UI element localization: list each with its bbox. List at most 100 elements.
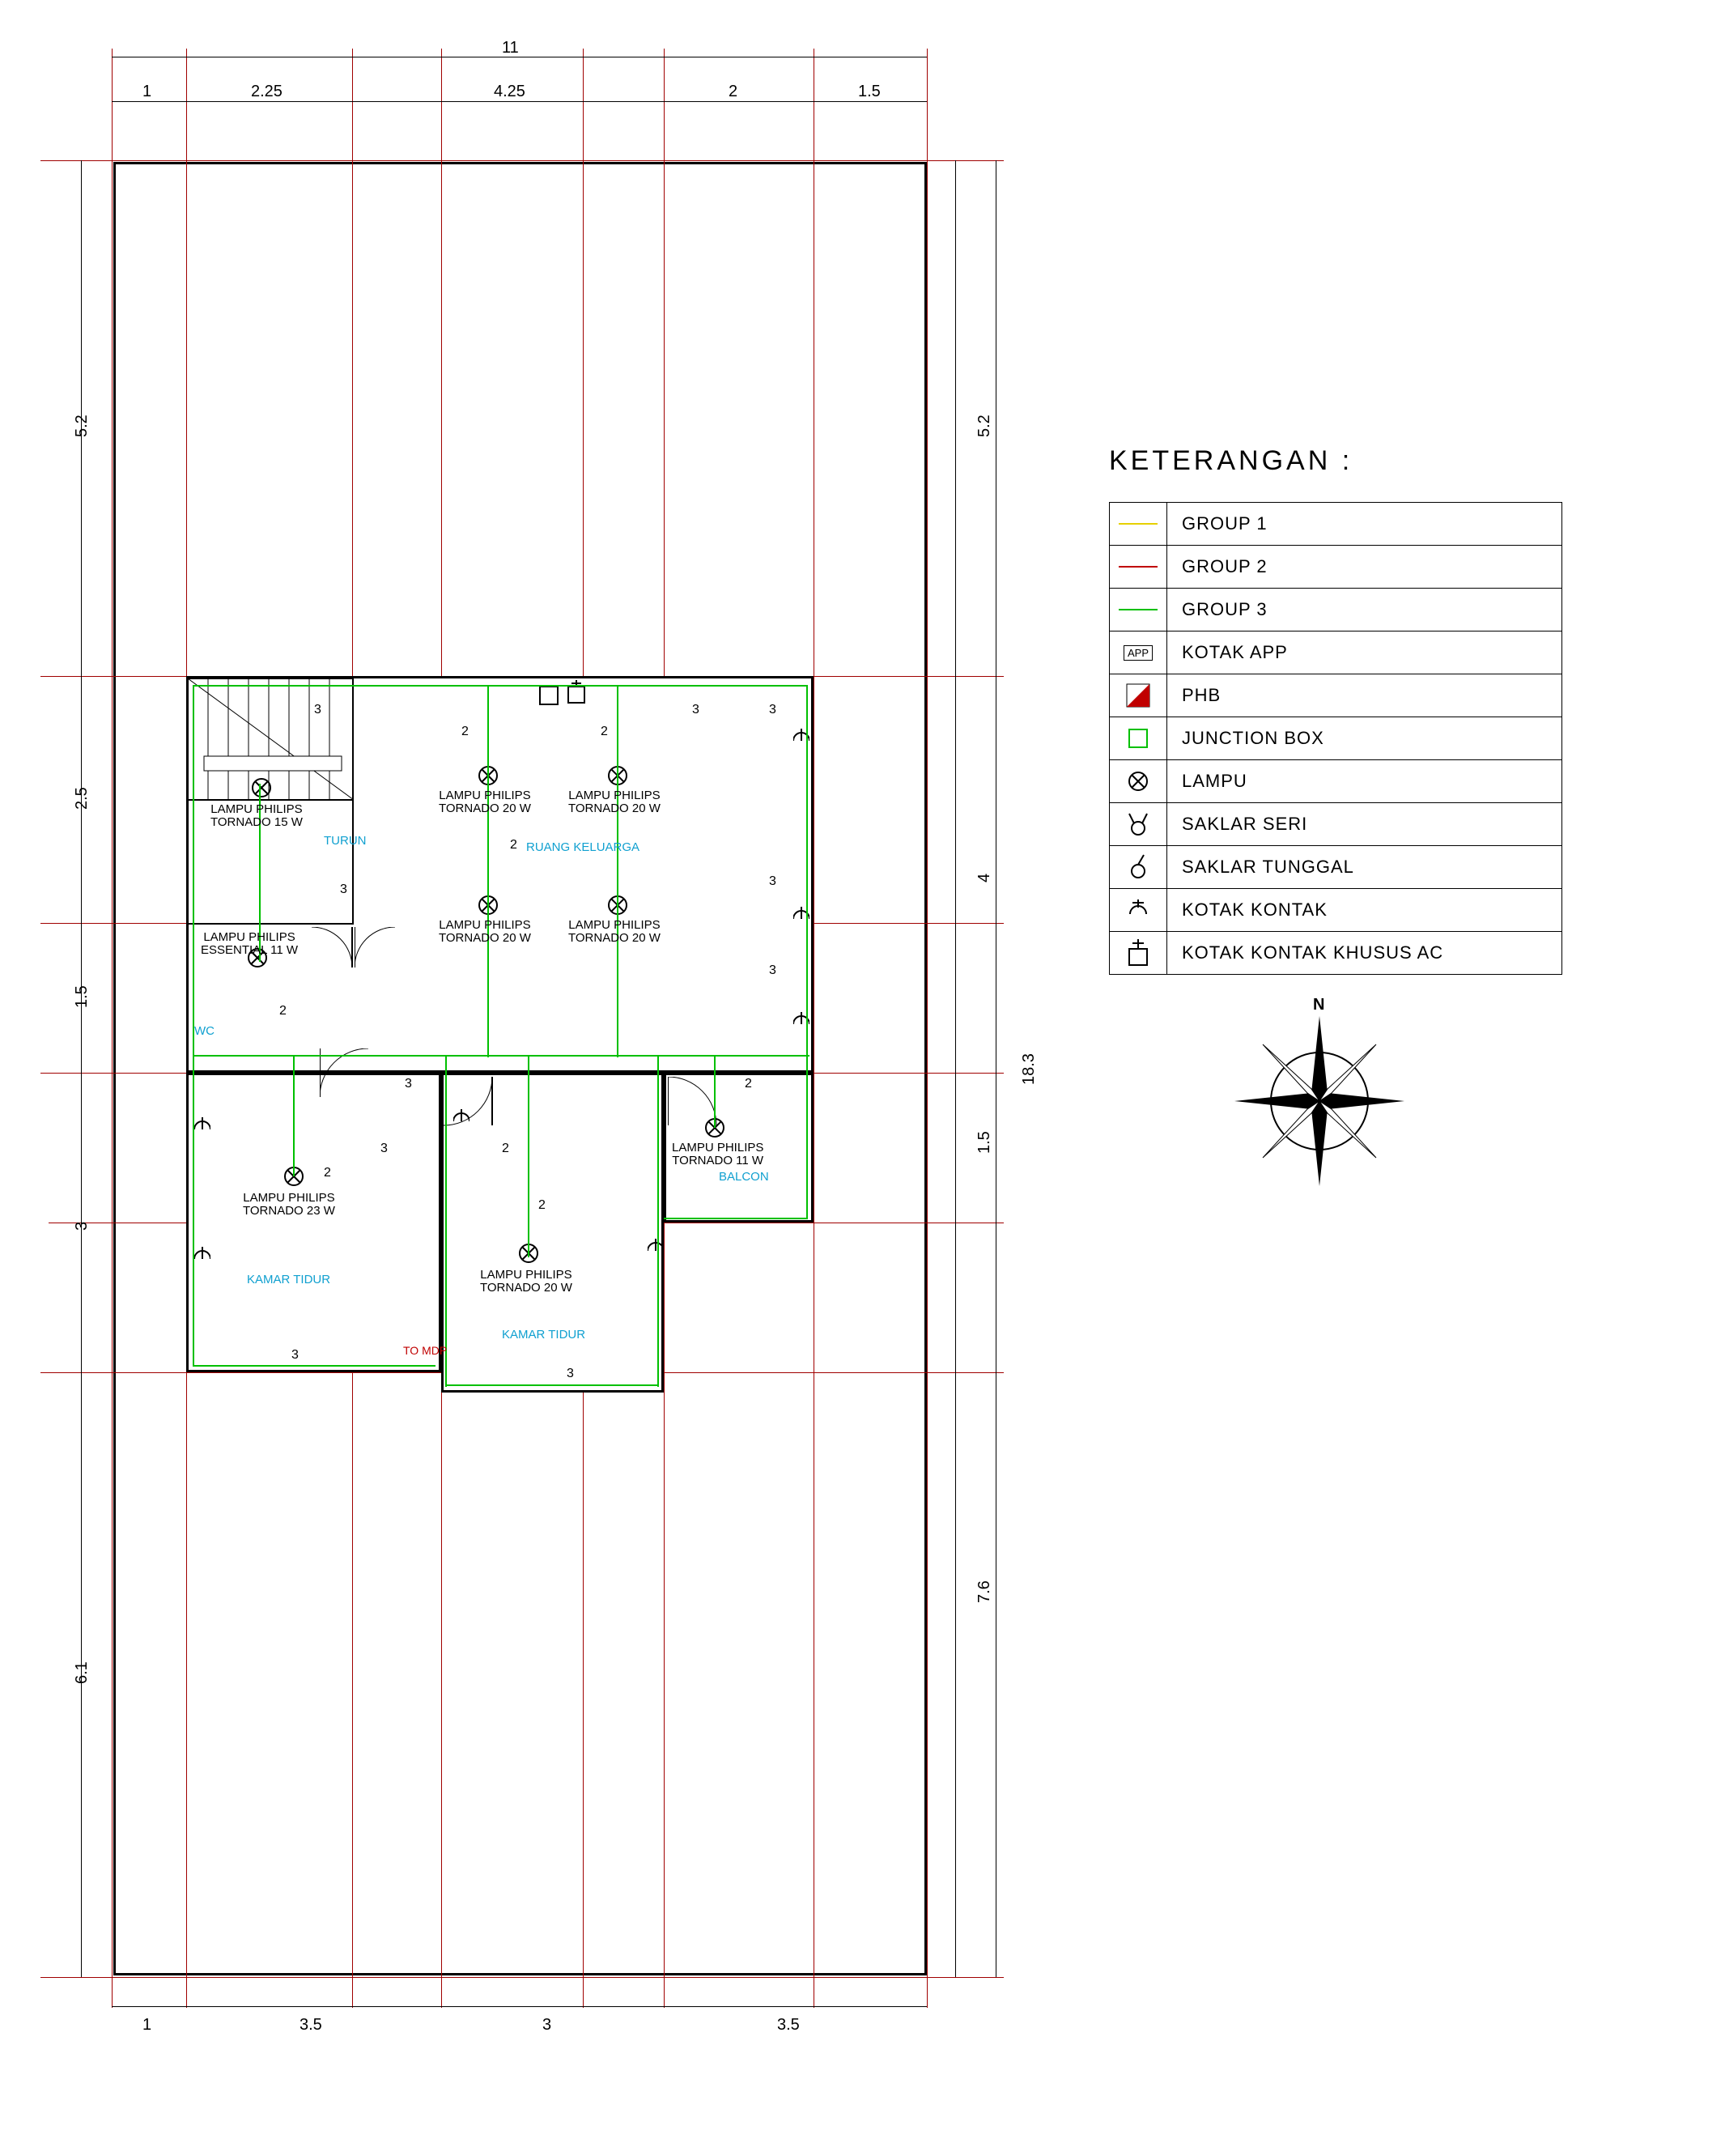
dim: 5.2 bbox=[73, 415, 91, 437]
legend-label: KOTAK KONTAK bbox=[1167, 899, 1328, 921]
legend-row: GROUP 1 bbox=[1110, 503, 1561, 546]
dim: 3.5 bbox=[777, 2016, 800, 2035]
legend-icon bbox=[1110, 674, 1167, 717]
lamp-label: LAMPU PHILIPSTORNADO 15 W bbox=[210, 803, 303, 829]
dim: 2.25 bbox=[251, 83, 283, 101]
count: 3 bbox=[769, 703, 776, 717]
dim: 3 bbox=[73, 1222, 91, 1231]
count: 2 bbox=[510, 838, 517, 853]
lamp-label: LAMPU PHILIPSESSENTIAL 11 W bbox=[201, 931, 298, 957]
door-icon bbox=[312, 927, 360, 976]
legend-label: SAKLAR SERI bbox=[1167, 814, 1307, 835]
compass-icon bbox=[1230, 1012, 1408, 1190]
grid-h1 bbox=[49, 160, 1004, 161]
dim: 2.5 bbox=[73, 787, 91, 810]
wire-g3 bbox=[193, 685, 808, 687]
dim: 1 bbox=[142, 2016, 151, 2035]
outlet-icon bbox=[453, 1109, 469, 1133]
legend-label: PHB bbox=[1167, 685, 1221, 706]
lamp-label: LAMPU PHILIPSTORNADO 20 W bbox=[480, 1269, 572, 1295]
grid-h7 bbox=[49, 1977, 1004, 1978]
dim: 6.1 bbox=[73, 1661, 91, 1684]
legend-label: KOTAK APP bbox=[1167, 642, 1288, 663]
dim: 4.25 bbox=[494, 83, 525, 101]
legend-label: JUNCTION BOX bbox=[1167, 728, 1324, 749]
count: 3 bbox=[692, 703, 699, 717]
count: 2 bbox=[461, 725, 469, 739]
tick bbox=[40, 1977, 60, 1978]
dim: 7.6 bbox=[975, 1580, 994, 1603]
legend-label: GROUP 2 bbox=[1167, 556, 1268, 577]
dim: 4 bbox=[975, 874, 994, 882]
lamp-label: LAMPU PHILIPSTORNADO 23 W bbox=[243, 1192, 335, 1218]
room-kt1 bbox=[186, 1073, 441, 1372]
legend-icon bbox=[1110, 803, 1167, 845]
ac-outlet-icon bbox=[567, 680, 586, 704]
count: 3 bbox=[567, 1367, 574, 1381]
legend-icon bbox=[1110, 589, 1167, 631]
count: 2 bbox=[601, 725, 608, 739]
lamp-label: LAMPU PHILIPSTORNADO 20 W bbox=[439, 789, 531, 815]
lamp-label: LAMPU PHILIPSTORNADO 20 W bbox=[439, 919, 531, 945]
grid-v6 bbox=[927, 49, 928, 2008]
dim: 2 bbox=[729, 83, 737, 101]
legend-label: SAKLAR TUNGGAL bbox=[1167, 857, 1354, 878]
wire-g3 bbox=[528, 1055, 529, 1257]
lamp-label: LAMPU PHILIPSTORNADO 11 W bbox=[672, 1142, 763, 1167]
count: 3 bbox=[340, 882, 347, 897]
dim: 3.5 bbox=[300, 2016, 322, 2035]
tick bbox=[40, 923, 60, 924]
legend-icon bbox=[1110, 846, 1167, 888]
room-label: TURUN bbox=[324, 834, 367, 848]
legend-icon bbox=[1110, 717, 1167, 759]
wire-g3 bbox=[293, 1055, 295, 1176]
wire-g3 bbox=[617, 685, 618, 1057]
dim: 5.2 bbox=[975, 415, 994, 437]
wire-g3 bbox=[193, 1365, 435, 1367]
room-label: BALCON bbox=[719, 1170, 769, 1184]
room-label: RUANG KELUARGA bbox=[526, 840, 639, 854]
dim: 1.5 bbox=[975, 1131, 994, 1154]
count: 2 bbox=[324, 1166, 331, 1180]
door-icon bbox=[355, 927, 403, 976]
legend-row: SAKLAR SERI bbox=[1110, 803, 1561, 846]
dim: 1 bbox=[142, 83, 151, 101]
wire-g3 bbox=[664, 1218, 806, 1219]
count: 3 bbox=[769, 963, 776, 978]
count: 3 bbox=[314, 703, 321, 717]
legend-label: LAMPU bbox=[1167, 771, 1247, 792]
legend-icon bbox=[1110, 932, 1167, 974]
junction-box-icon bbox=[538, 685, 559, 706]
lamp-label: LAMPU PHILIPSTORNADO 20 W bbox=[568, 919, 661, 945]
tick bbox=[40, 160, 60, 161]
outlet-icon bbox=[194, 1247, 210, 1271]
door-icon bbox=[320, 1048, 376, 1105]
legend-row: GROUP 3 bbox=[1110, 589, 1561, 631]
tick bbox=[40, 676, 60, 677]
count: 3 bbox=[769, 874, 776, 889]
grid-v1 bbox=[112, 49, 113, 2008]
dim: 11 bbox=[502, 39, 519, 57]
room-label: KAMAR TIDUR bbox=[247, 1273, 330, 1286]
legend-label: GROUP 1 bbox=[1167, 513, 1268, 534]
tick bbox=[40, 1073, 60, 1074]
dim-line bbox=[112, 101, 927, 102]
dim: 3 bbox=[542, 2016, 551, 2035]
legend-icon bbox=[1110, 503, 1167, 545]
count: 3 bbox=[380, 1142, 388, 1156]
legend-row: JUNCTION BOX bbox=[1110, 717, 1561, 760]
wall-div2 bbox=[186, 923, 354, 925]
wire-g3 bbox=[657, 1055, 659, 1387]
wire-g3 bbox=[487, 685, 489, 1057]
drawing-stage: 3 2 2 3 3 2 3 2 3 3 2 3 3 2 2 2 3 3 LAMP… bbox=[0, 0, 1725, 2156]
wire-g3 bbox=[193, 1055, 646, 1057]
count: 2 bbox=[538, 1198, 546, 1213]
lamp-icon bbox=[251, 777, 272, 798]
legend-icon bbox=[1110, 889, 1167, 931]
count: 2 bbox=[502, 1142, 509, 1156]
legend-title: KETERANGAN : bbox=[1109, 445, 1353, 477]
wire-g3 bbox=[714, 1055, 716, 1128]
dim: 18.3 bbox=[1020, 1053, 1039, 1085]
tick bbox=[40, 1372, 60, 1373]
dim-line bbox=[112, 2006, 927, 2007]
